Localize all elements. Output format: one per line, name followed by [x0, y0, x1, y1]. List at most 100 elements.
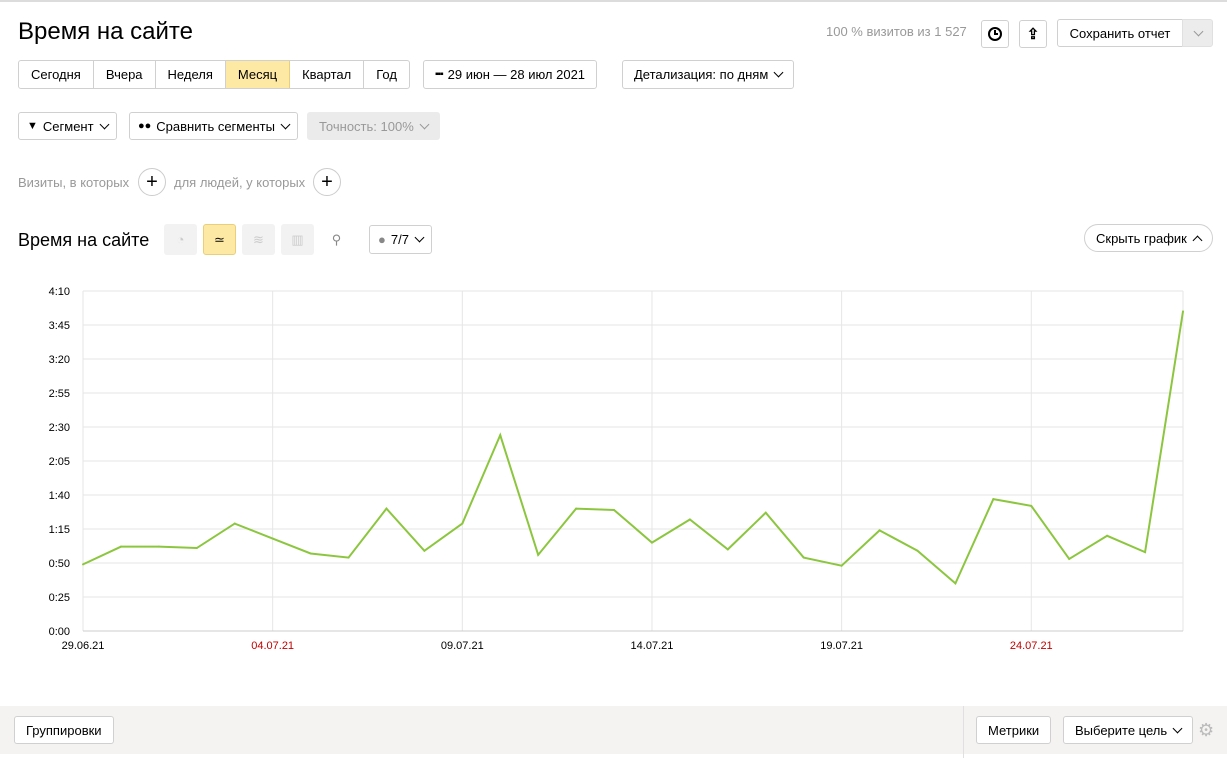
chart-type-map[interactable]: ⚲: [320, 224, 353, 255]
segment-button[interactable]: ▼ Сегмент: [18, 112, 117, 140]
goal-dropdown[interactable]: Выберите цель: [1063, 716, 1194, 744]
chart-type-line[interactable]: ≃: [203, 224, 236, 255]
people-filter-label: для людей, у которых: [174, 175, 306, 190]
data-point: [954, 582, 957, 585]
y-tick-label: 2:05: [49, 456, 70, 468]
chevron-down-icon: [1172, 723, 1183, 733]
series-line: [82, 311, 1184, 586]
detail-label: Детализация: по дням: [634, 67, 769, 82]
compare-label: Сравнить сегменты: [156, 118, 275, 134]
pie-icon: ◔: [176, 232, 185, 247]
visits-info: 100 % визитов из 1 527: [826, 24, 967, 39]
notes-dropdown[interactable]: ● 7/7: [369, 225, 432, 254]
history-button[interactable]: [981, 20, 1009, 48]
data-point: [1182, 310, 1184, 313]
data-point: [423, 549, 426, 552]
data-point: [916, 549, 919, 552]
data-point: [119, 545, 122, 548]
settings-gear-icon[interactable]: ⚙: [1198, 720, 1214, 741]
compare-segments-button[interactable]: ●● Сравнить сегменты: [129, 112, 298, 140]
clock-icon: [988, 27, 1002, 41]
add-people-condition-button[interactable]: +: [313, 168, 341, 196]
goal-label: Выберите цель: [1075, 722, 1168, 738]
y-tick-label: 1:15: [49, 524, 70, 536]
data-point: [537, 553, 540, 556]
visits-filter-label: Визиты, в которых: [18, 175, 130, 190]
date-range-label: 29 июн — 28 июл 2021: [447, 67, 586, 82]
y-tick-label: 4:10: [49, 286, 70, 298]
y-tick-label: 3:20: [49, 354, 70, 366]
period-selector: Сегодня Вчера Неделя Месяц Квартал Год: [18, 60, 410, 89]
x-tick-label: 04.07.21: [251, 640, 294, 652]
data-point: [195, 547, 198, 550]
groupings-button[interactable]: Группировки: [14, 716, 114, 744]
y-tick-label: 3:45: [49, 320, 70, 332]
page-title: Время на сайте: [18, 18, 193, 45]
data-point: [802, 556, 805, 559]
map-pin-icon: ⚲: [331, 231, 342, 247]
hide-chart-button[interactable]: Скрыть график: [1084, 224, 1213, 252]
chevron-down-icon: [280, 119, 291, 129]
footer-divider: [963, 706, 964, 758]
bar-chart-icon: ▥: [291, 231, 304, 247]
x-tick-label: 19.07.21: [820, 640, 863, 652]
x-tick-label: 09.07.21: [441, 640, 484, 652]
chevron-down-icon: [99, 119, 110, 129]
footer-bar: Группировки Метрики Выберите цель ⚙: [0, 706, 1227, 758]
data-point: [650, 541, 653, 544]
export-button[interactable]: ⇪: [1019, 20, 1047, 48]
chart-type-area[interactable]: ≋: [242, 224, 275, 255]
comment-icon: ●: [378, 232, 386, 247]
calendar-icon: ▪▪▪: [435, 69, 444, 80]
period-week[interactable]: Неделя: [156, 61, 226, 88]
data-point: [764, 511, 767, 514]
hide-chart-label: Скрыть график: [1096, 230, 1187, 246]
metrics-button[interactable]: Метрики: [976, 716, 1052, 744]
data-point: [575, 507, 578, 510]
save-report-button[interactable]: Сохранить отчет: [1057, 19, 1183, 47]
chart-type-pie[interactable]: ◔: [164, 224, 197, 255]
y-tick-label: 2:55: [49, 388, 70, 400]
data-point: [157, 545, 160, 548]
detail-dropdown[interactable]: Детализация: по дням: [622, 60, 795, 89]
data-point: [726, 548, 729, 551]
data-point: [309, 552, 312, 555]
data-point: [82, 563, 84, 566]
chevron-down-icon: [414, 232, 425, 243]
data-point: [613, 508, 616, 511]
y-tick-label: 0:00: [49, 626, 70, 638]
chart-type-bar[interactable]: ▥: [281, 224, 314, 255]
data-point: [688, 518, 691, 521]
accuracy-label: Точность: 100%: [319, 118, 414, 134]
data-point: [385, 507, 388, 510]
period-year[interactable]: Год: [364, 61, 409, 88]
data-point: [878, 529, 881, 532]
data-point: [1068, 557, 1071, 560]
y-tick-label: 2:30: [49, 422, 70, 434]
x-tick-label: 14.07.21: [631, 640, 674, 652]
data-point: [347, 556, 350, 559]
accuracy-dropdown[interactable]: Точность: 100%: [307, 112, 440, 140]
chevron-down-icon: [1193, 26, 1204, 36]
data-point: [840, 564, 843, 567]
period-quarter[interactable]: Квартал: [290, 61, 365, 88]
date-range-button[interactable]: ▪▪▪ 29 июн — 28 июл 2021: [423, 60, 598, 89]
data-point: [1144, 551, 1147, 554]
chart-title: Время на сайте: [18, 230, 150, 250]
x-tick-label: 29.06.21: [62, 640, 105, 652]
period-month[interactable]: Месяц: [225, 61, 291, 88]
chevron-up-icon: [1192, 235, 1203, 245]
data-point: [461, 522, 464, 525]
period-today[interactable]: Сегодня: [19, 61, 94, 88]
add-visit-condition-button[interactable]: +: [138, 168, 166, 196]
data-point: [992, 498, 995, 501]
y-tick-label: 0:50: [49, 558, 70, 570]
data-point: [499, 434, 502, 437]
drops-icon: ●●: [138, 120, 152, 132]
chevron-down-icon: [773, 67, 784, 78]
chevron-down-icon: [419, 119, 430, 129]
data-point: [233, 522, 236, 525]
save-report-dropdown[interactable]: [1182, 19, 1213, 47]
data-point: [1030, 504, 1033, 507]
period-yesterday[interactable]: Вчера: [94, 61, 156, 88]
